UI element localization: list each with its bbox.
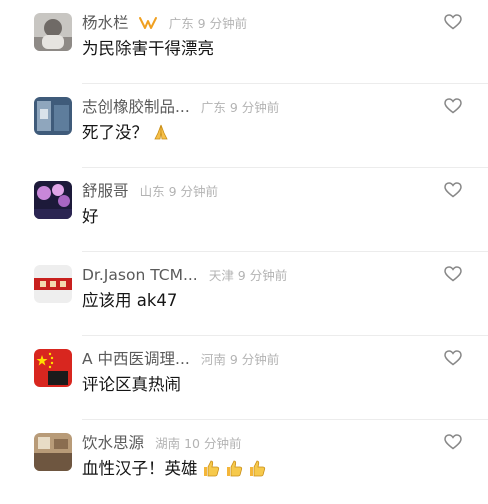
comment-header: 舒服哥 山东 9 分钟前 (82, 180, 218, 202)
comment-meta: 广东 9 分钟前 (168, 16, 248, 31)
comment-text-content: 死了没？ (82, 123, 148, 142)
comment-item: 饮水思源 湖南 10 分钟前 血性汉子！英雄 (0, 420, 488, 504)
comment-header: 志创橡胶制品... 广东 9 分钟前 (82, 96, 279, 118)
comment-text-content: 血性汉子！英雄 (82, 459, 198, 478)
comment-text-content: 好 (82, 207, 99, 226)
avatar[interactable] (34, 433, 72, 471)
comment-header: A 中西医调理... 河南 9 分钟前 (82, 348, 279, 370)
avatar[interactable] (34, 13, 72, 51)
heart-outline-icon[interactable] (444, 98, 462, 114)
comment-list: 杨水栏 广东 9 分钟前 为民除害干得漂亮 志创橡胶制品... 广东 9 分钟前… (0, 0, 488, 496)
username[interactable]: A 中西医调理... (82, 350, 190, 368)
comment-header: 杨水栏 广东 9 分钟前 (82, 12, 247, 34)
comment-text: 血性汉子！英雄 (82, 458, 267, 483)
thumbs-up-icon (201, 459, 221, 483)
comment-header: Dr.Jason TCM... 天津 9 分钟前 (82, 264, 287, 286)
avatar[interactable] (34, 349, 72, 387)
heart-outline-icon[interactable] (444, 182, 462, 198)
comment-meta: 山东 9 分钟前 (139, 184, 219, 199)
thumbs-up-icon (224, 459, 244, 483)
comment-item: A 中西医调理... 河南 9 分钟前 评论区真热闹 (0, 336, 488, 420)
username[interactable]: 志创橡胶制品... (82, 98, 190, 116)
comment-item: Dr.Jason TCM... 天津 9 分钟前 应该用 ak47 (0, 252, 488, 336)
vip-badge-icon (138, 15, 158, 37)
heart-outline-icon[interactable] (444, 350, 462, 366)
comment-text: 评论区真热闹 (82, 374, 181, 396)
comment-item: 杨水栏 广东 9 分钟前 为民除害干得漂亮 (0, 0, 488, 84)
username[interactable]: 饮水思源 (82, 434, 144, 452)
comment-meta: 河南 9 分钟前 (200, 352, 280, 367)
comment-text: 好 (82, 206, 99, 228)
heart-outline-icon[interactable] (444, 14, 462, 30)
comment-meta: 广东 9 分钟前 (200, 100, 280, 115)
username[interactable]: 舒服哥 (82, 182, 129, 200)
avatar[interactable] (34, 181, 72, 219)
username[interactable]: 杨水栏 (82, 14, 129, 32)
comment-meta: 湖南 10 分钟前 (155, 436, 242, 451)
comment-text-content: 应该用 ak47 (82, 291, 178, 310)
comment-header: 饮水思源 湖南 10 分钟前 (82, 432, 241, 454)
praying-hands-icon (151, 123, 171, 147)
comment-item: 舒服哥 山东 9 分钟前 好 (0, 168, 488, 252)
username[interactable]: Dr.Jason TCM... (82, 266, 198, 284)
thumbs-up-icon (247, 459, 267, 483)
avatar[interactable] (34, 265, 72, 303)
comment-text-content: 评论区真热闹 (82, 375, 181, 394)
avatar[interactable] (34, 97, 72, 135)
heart-outline-icon[interactable] (444, 434, 462, 450)
comment-text: 为民除害干得漂亮 (82, 38, 214, 60)
heart-outline-icon[interactable] (444, 266, 462, 282)
comment-text: 死了没？ (82, 122, 171, 147)
comment-text: 应该用 ak47 (82, 290, 177, 312)
comment-text-content: 为民除害干得漂亮 (82, 39, 214, 58)
comment-item: 志创橡胶制品... 广东 9 分钟前 死了没？ (0, 84, 488, 168)
comment-meta: 天津 9 分钟前 (208, 268, 288, 283)
